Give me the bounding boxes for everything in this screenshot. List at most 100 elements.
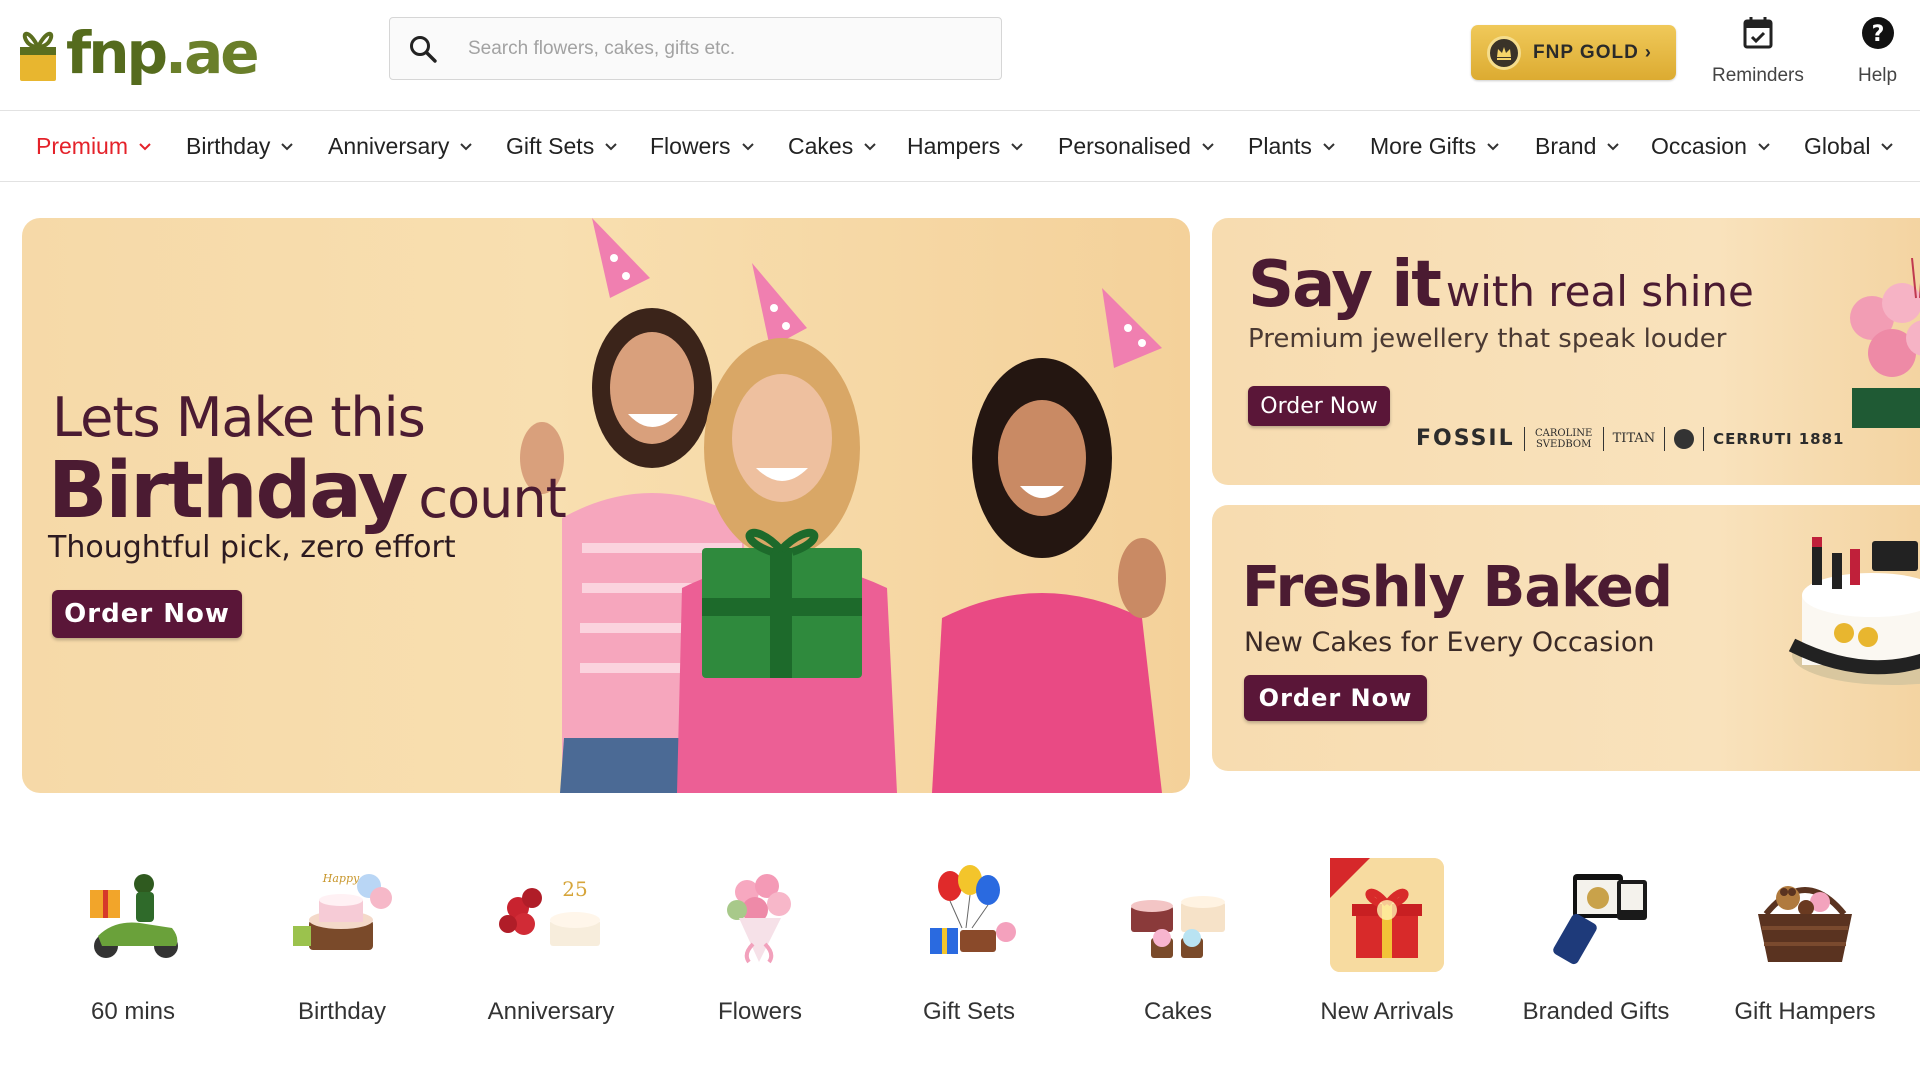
chevron-down-icon (1202, 143, 1214, 151)
jewellery-heading: Say it with real shine (1248, 248, 1754, 322)
fnp-logo[interactable]: fnp.ae (14, 8, 260, 98)
nav-premium[interactable]: Premium (36, 111, 152, 181)
svg-text:25: 25 (562, 877, 587, 901)
michael-kors-monogram-icon (1674, 428, 1695, 449)
balloons-gifts-icon (912, 858, 1026, 972)
hero-subtitle: Thoughtful pick, zero effort (48, 530, 456, 565)
category-anniversary[interactable]: 25 Anniversary (461, 858, 641, 1026)
hero-order-now-button[interactable]: Order Now (52, 590, 242, 638)
chevron-down-icon (1881, 143, 1894, 151)
category-label: Branded Gifts (1522, 998, 1670, 1025)
chevron-down-icon (864, 143, 876, 151)
category-cakes[interactable]: Cakes (1088, 858, 1268, 1026)
promo-banner-cakes[interactable]: Freshly Baked New Cakes for Every Occasi… (1212, 505, 1920, 771)
chevron-down-icon (1758, 143, 1770, 151)
nav-anniversary[interactable]: Anniversary (328, 111, 473, 181)
promo-banner-jewellery[interactable]: Say it with real shine Premium jewellery … (1212, 218, 1920, 485)
divider (1523, 426, 1525, 451)
category-nav: Premium Birthday Anniversary Gift Sets F… (0, 110, 1920, 182)
search-bar[interactable] (389, 17, 1002, 80)
bouquet-icon (703, 858, 817, 972)
nav-global[interactable]: Global (1804, 111, 1894, 181)
cakes-icon (1121, 858, 1235, 972)
nav-flowers[interactable]: Flowers (650, 111, 755, 181)
category-new-arrivals[interactable]: New Arrivals (1297, 858, 1477, 1026)
category-birthday[interactable]: Happy Birthday (252, 858, 432, 1026)
nav-more-gifts[interactable]: More Gifts (1370, 111, 1500, 181)
makeup-cake-illustration (1788, 537, 1920, 685)
nav-personalised[interactable]: Personalised (1058, 111, 1215, 181)
fnp-gold-button[interactable]: FNP GOLD › (1471, 25, 1676, 80)
birthday-friends-illustration (520, 218, 1166, 793)
jewellery-heading-emphasis: Say it (1248, 248, 1442, 322)
cakes-subtitle: New Cakes for Every Occasion (1244, 627, 1655, 658)
category-label: 60 mins (90, 998, 176, 1025)
gift-bag-logo-icon (20, 31, 56, 81)
nav-plants[interactable]: Plants (1248, 111, 1336, 181)
hamper-basket-icon (1748, 858, 1862, 972)
category-label: Gift Sets (922, 998, 1016, 1025)
divider (1703, 426, 1705, 451)
nav-cakes[interactable]: Cakes (788, 111, 877, 181)
nav-label: More Gifts (1370, 132, 1477, 159)
category-flowers[interactable]: Flowers (670, 858, 850, 1026)
category-label: Anniversary (487, 998, 615, 1025)
category-label: Cakes (1143, 998, 1213, 1025)
svg-text:Happy: Happy (322, 872, 360, 885)
hero-heading-line2: Birthday count (48, 446, 567, 536)
hero-heading-emphasis: Birthday (48, 446, 408, 536)
chevron-down-icon (605, 143, 617, 151)
jewellery-order-now-button[interactable]: Order Now (1248, 386, 1390, 426)
chevron-down-icon (1607, 143, 1620, 151)
category-gift-sets[interactable]: Gift Sets (879, 858, 1059, 1026)
nav-birthday[interactable]: Birthday (186, 111, 294, 181)
category-60-mins[interactable]: 60 mins (43, 858, 223, 1026)
chevron-down-icon (741, 143, 754, 151)
divider (1602, 426, 1604, 451)
nav-label: Global (1804, 132, 1871, 159)
search-input[interactable] (468, 37, 968, 60)
nav-label: Birthday (186, 132, 271, 159)
nav-label: Anniversary (328, 132, 450, 159)
divider (1664, 426, 1666, 451)
cakes-order-now-button[interactable]: Order Now (1244, 675, 1427, 721)
help-icon: ? (1861, 17, 1894, 49)
nav-gift-sets[interactable]: Gift Sets (506, 111, 618, 181)
jewellery-heading-tail: with real shine (1445, 267, 1754, 316)
nav-label: Personalised (1058, 132, 1191, 159)
nav-label: Occasion (1651, 132, 1747, 159)
nav-hampers[interactable]: Hampers (907, 111, 1024, 181)
help-button[interactable]: ? Help (1858, 15, 1897, 87)
category-gift-hampers[interactable]: Gift Hampers (1715, 858, 1895, 1026)
nav-label: Flowers (650, 132, 731, 159)
brand-fossil: FOSSIL (1416, 426, 1515, 451)
brand-caroline-svedbom: CAROLINE SVEDBOM (1535, 427, 1593, 450)
chevron-down-icon (460, 143, 473, 151)
chevron-down-icon (1323, 143, 1335, 151)
jewellery-subtitle: Premium jewellery that speak louder (1248, 324, 1727, 354)
reminders-button[interactable]: Reminders (1712, 15, 1804, 87)
brand-titan: TITAN (1612, 431, 1656, 446)
nav-brand[interactable]: Brand (1535, 111, 1620, 181)
hero-banner-birthday[interactable]: Lets Make this Birthday count Thoughtful … (22, 218, 1190, 793)
search-icon[interactable] (408, 34, 438, 64)
chevron-down-icon (1011, 143, 1024, 151)
roses-gift-box-illustration (1850, 258, 1920, 428)
gold-crown-icon (1487, 35, 1521, 70)
hero-heading-line1: Lets Make this (52, 386, 426, 449)
svg-text:?: ? (1871, 22, 1884, 47)
category-label: New Arrivals (1320, 998, 1454, 1025)
category-branded-gifts[interactable]: Branded Gifts (1506, 858, 1686, 1026)
chevron-down-icon (281, 143, 294, 151)
calendar-check-icon (1743, 17, 1773, 49)
chevron-down-icon (1487, 143, 1499, 151)
gift-box-icon (1330, 858, 1444, 972)
cakes-heading: Freshly Baked (1242, 555, 1673, 620)
brand-logos-row: FOSSIL CAROLINE SVEDBOM TITAN CERRUTI 18… (1416, 426, 1845, 451)
gold-label: FNP GOLD (1533, 41, 1639, 63)
hero-heading-tail: count (418, 467, 566, 530)
nav-occasion[interactable]: Occasion (1651, 111, 1771, 181)
nav-label: Gift Sets (506, 132, 595, 159)
nav-label: Premium (36, 132, 129, 159)
scooter-delivery-icon (76, 858, 190, 972)
